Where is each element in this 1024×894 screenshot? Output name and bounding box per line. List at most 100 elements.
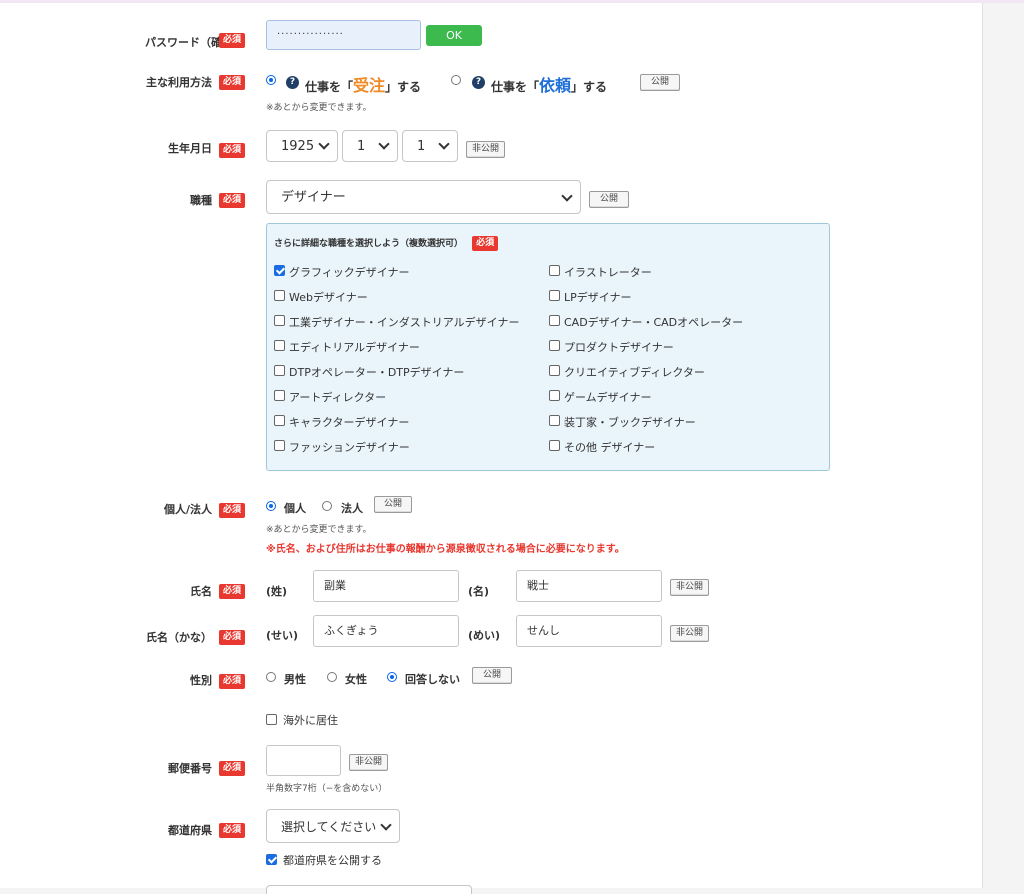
- detail-checkbox[interactable]: [274, 365, 285, 376]
- kana-last-input[interactable]: ふくぎょう: [313, 615, 459, 647]
- required-badge: 必須: [219, 674, 246, 689]
- chevron-down-icon: [438, 138, 450, 150]
- postal-note: 半角数字7桁（−を含めない）: [266, 784, 388, 794]
- kana-visibility-toggle[interactable]: 非公開: [670, 625, 710, 642]
- gender-female-label[interactable]: 女性: [345, 671, 367, 687]
- detail-option-label[interactable]: プロダクトデザイナー: [564, 339, 674, 355]
- detail-checkbox[interactable]: [549, 365, 560, 376]
- birthday-visibility-toggle[interactable]: 非公開: [466, 141, 506, 158]
- detail-checkbox[interactable]: [274, 440, 285, 451]
- usage-option-request[interactable]: 仕事を「依頼」する: [491, 72, 607, 96]
- usage-label-text: 主な利用方法: [146, 76, 212, 89]
- detail-option-label[interactable]: LPデザイナー: [564, 289, 632, 305]
- detail-checkbox[interactable]: [549, 390, 560, 401]
- password-confirm-value: ················: [277, 29, 344, 40]
- gender-radio-female[interactable]: [327, 672, 337, 682]
- detail-option-label[interactable]: その他 デザイナー: [564, 439, 655, 455]
- detail-option-label[interactable]: ファッションデザイナー: [289, 439, 410, 455]
- help-icon[interactable]: ?: [472, 76, 485, 89]
- entity-visibility-toggle[interactable]: 公開: [374, 496, 412, 513]
- usage-option-receive[interactable]: 仕事を「受注」する: [305, 72, 421, 96]
- detail-option-label[interactable]: エディトリアルデザイナー: [289, 339, 420, 355]
- prefecture-label: 都道府県: [168, 822, 212, 838]
- birthday-label-text: 生年月日: [168, 142, 212, 155]
- detail-checkbox[interactable]: [274, 340, 285, 351]
- detail-checkbox[interactable]: [274, 315, 285, 326]
- detail-option-label[interactable]: Webデザイナー: [289, 289, 368, 305]
- name-last-input[interactable]: 副業: [313, 570, 459, 602]
- prefecture-select[interactable]: 選択してください: [266, 809, 400, 843]
- detail-option-label[interactable]: イラストレーター: [564, 264, 652, 280]
- detail-checkbox[interactable]: [549, 265, 560, 276]
- occupation-select[interactable]: デザイナー: [266, 180, 581, 214]
- password-confirm-input[interactable]: ················: [266, 20, 421, 50]
- detail-checkbox[interactable]: [274, 290, 285, 301]
- entity-corporate-label[interactable]: 法人: [341, 500, 363, 516]
- detail-option-label[interactable]: アートディレクター: [289, 389, 386, 405]
- detail-checkbox[interactable]: [274, 415, 285, 426]
- detail-option-label[interactable]: ゲームデザイナー: [564, 389, 651, 405]
- name-visibility-toggle[interactable]: 非公開: [670, 579, 710, 596]
- usage-radio-receive[interactable]: [266, 75, 276, 85]
- entity-individual-label[interactable]: 個人: [284, 500, 306, 516]
- entity-radio-individual[interactable]: [266, 501, 276, 511]
- entity-warning: ※氏名、および住所はお仕事の報酬から源泉徴収される場合に必要になります。: [266, 544, 625, 555]
- occupation-visibility-toggle[interactable]: 公開: [589, 191, 629, 208]
- prefecture-value: 選択してください: [281, 820, 377, 834]
- detail-option-label[interactable]: CADデザイナー・CADオペレーター: [564, 314, 743, 330]
- detail-checkbox[interactable]: [549, 315, 560, 326]
- usage-radio-request[interactable]: [451, 75, 461, 85]
- gender-radio-male[interactable]: [266, 672, 276, 682]
- prefecture-publish-label[interactable]: 都道府県を公開する: [283, 852, 382, 868]
- occupation-value: デザイナー: [281, 190, 346, 205]
- usage-option-receive-pre: 仕事を「: [305, 80, 354, 94]
- required-badge: 必須: [219, 143, 246, 158]
- gender-visibility-toggle[interactable]: 公開: [472, 667, 512, 684]
- detail-checkbox[interactable]: [549, 440, 560, 451]
- entity-label-text: 個人/法人: [163, 503, 212, 516]
- kana-first-input[interactable]: せんし: [516, 615, 662, 647]
- detail-option-label[interactable]: DTPオペレーター・DTPデザイナー: [289, 364, 464, 380]
- detail-option-label[interactable]: 工業デザイナー・インダストリアルデザイナー: [289, 314, 519, 330]
- usage-visibility-toggle[interactable]: 公開: [640, 74, 680, 91]
- postal-visibility-toggle[interactable]: 非公開: [349, 754, 389, 771]
- detail-option-label[interactable]: クリエイティブディレクター: [564, 364, 705, 380]
- kana-first-value: せんし: [527, 624, 560, 637]
- detail-checkbox[interactable]: [549, 290, 560, 301]
- birthday-day-select[interactable]: 1: [402, 130, 458, 162]
- overseas-label[interactable]: 海外に居住: [283, 712, 338, 728]
- required-badge: 必須: [219, 823, 246, 838]
- gender-male-label[interactable]: 男性: [284, 671, 306, 687]
- gender-no-answer-label[interactable]: 回答しない: [405, 671, 460, 687]
- entity-radio-corporate[interactable]: [322, 501, 332, 511]
- detail-checkbox[interactable]: [274, 390, 285, 401]
- kana-last-value: ふくぎょう: [324, 624, 379, 637]
- gender-radio-no-answer[interactable]: [387, 672, 397, 682]
- postal-label-text: 郵便番号: [168, 762, 212, 775]
- required-badge: 必須: [472, 236, 499, 251]
- birthday-month-select[interactable]: 1: [342, 130, 398, 162]
- birthday-year-select[interactable]: 1925: [266, 130, 338, 162]
- detail-checkbox[interactable]: [274, 265, 285, 276]
- required-badge: 必須: [219, 630, 246, 645]
- overseas-checkbox[interactable]: [266, 714, 277, 725]
- name-first-label: (名): [468, 585, 490, 598]
- occupation-label-text: 職種: [190, 194, 212, 207]
- name-first-input[interactable]: 戦士: [516, 570, 662, 602]
- birthday-day-value: 1: [417, 139, 426, 154]
- name-label-text: 氏名: [190, 585, 212, 598]
- chevron-down-icon: [318, 138, 330, 150]
- prefecture-publish-checkbox[interactable]: [266, 854, 277, 865]
- detail-option-label[interactable]: 装丁家・ブックデザイナー: [564, 414, 696, 430]
- postal-input[interactable]: [266, 745, 341, 776]
- detail-checkbox[interactable]: [549, 340, 560, 351]
- detail-checkbox[interactable]: [549, 415, 560, 426]
- ok-button[interactable]: OK: [426, 25, 482, 46]
- occupation-label: 職種: [190, 192, 212, 208]
- detail-option-label[interactable]: グラフィックデザイナー: [289, 264, 410, 280]
- detail-title-text: さらに詳細な職種を選択しよう（複数選択可）: [274, 239, 464, 249]
- detail-option-label[interactable]: キャラクターデザイナー: [289, 414, 409, 430]
- name-first-value: 戦士: [527, 579, 549, 592]
- help-icon[interactable]: ?: [286, 76, 299, 89]
- kana-label-text: 氏名（かな）: [146, 631, 212, 644]
